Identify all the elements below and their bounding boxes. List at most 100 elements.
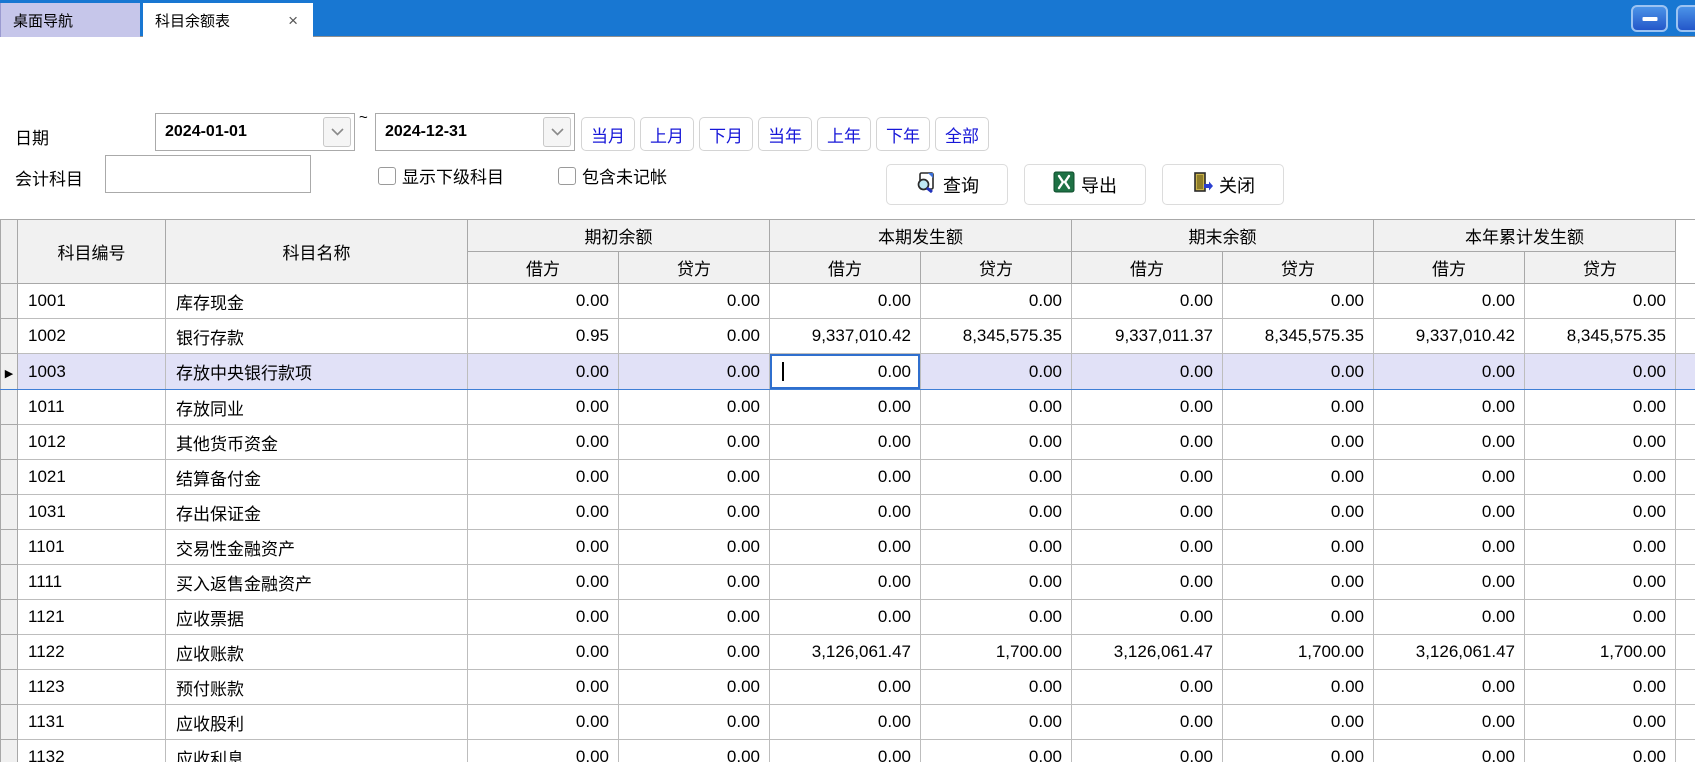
- period-button-5[interactable]: 下年: [876, 117, 930, 151]
- header-credit[interactable]: 贷方: [921, 252, 1072, 284]
- amount-cell[interactable]: 0.00: [921, 705, 1072, 740]
- amount-cell[interactable]: 0.00: [770, 565, 921, 600]
- amount-cell[interactable]: 0.00: [619, 530, 770, 565]
- amount-cell[interactable]: 0.00: [468, 705, 619, 740]
- amount-cell[interactable]: 0.00: [468, 354, 619, 390]
- close-icon[interactable]: ×: [285, 12, 301, 29]
- account-name-cell[interactable]: 存放中央银行款项: [166, 354, 468, 390]
- row-gutter[interactable]: [1, 390, 18, 425]
- checkbox-show-sub-accounts[interactable]: 显示下级科目: [378, 163, 504, 188]
- amount-cell[interactable]: 0.00: [1374, 284, 1525, 319]
- amount-cell[interactable]: 9,337,011.37: [1072, 319, 1223, 354]
- amount-cell[interactable]: 0.00: [468, 740, 619, 762]
- amount-cell[interactable]: 0.00: [1374, 670, 1525, 705]
- amount-cell[interactable]: 0.00: [1525, 390, 1676, 425]
- amount-cell[interactable]: 0.00: [1525, 670, 1676, 705]
- account-code-cell[interactable]: 1012: [18, 425, 166, 460]
- account-name-cell[interactable]: 存放同业: [166, 390, 468, 425]
- header-debit[interactable]: 借方: [770, 252, 921, 284]
- account-code-cell[interactable]: 1123: [18, 670, 166, 705]
- amount-cell[interactable]: 0.00: [1374, 354, 1525, 390]
- row-gutter[interactable]: [1, 319, 18, 354]
- period-button-4[interactable]: 上年: [817, 117, 871, 151]
- amount-cell[interactable]: 0.00: [921, 530, 1072, 565]
- header-credit[interactable]: 贷方: [1223, 252, 1374, 284]
- amount-cell[interactable]: 0.00: [1072, 284, 1223, 319]
- amount-cell[interactable]: 0.00: [921, 354, 1072, 390]
- period-button-1[interactable]: 上月: [640, 117, 694, 151]
- amount-cell[interactable]: 0.00: [619, 600, 770, 635]
- account-code-cell[interactable]: 1132: [18, 740, 166, 762]
- account-name-cell[interactable]: 银行存款: [166, 319, 468, 354]
- amount-cell[interactable]: 0.00: [468, 530, 619, 565]
- amount-cell[interactable]: 0.00: [1525, 740, 1676, 762]
- amount-cell[interactable]: 1,700.00: [1223, 635, 1374, 670]
- account-name-cell[interactable]: 应收账款: [166, 635, 468, 670]
- account-name-cell[interactable]: 应收票据: [166, 600, 468, 635]
- amount-cell[interactable]: 3,126,061.47: [1374, 635, 1525, 670]
- amount-cell[interactable]: 0.00: [619, 319, 770, 354]
- amount-cell[interactable]: 0.00: [1223, 670, 1374, 705]
- amount-cell[interactable]: 0.00: [1223, 740, 1374, 762]
- account-code-cell[interactable]: 1121: [18, 600, 166, 635]
- amount-cell[interactable]: 0.00: [1072, 565, 1223, 600]
- row-gutter[interactable]: [1, 425, 18, 460]
- checkbox-include-unposted[interactable]: 包含未记帐: [558, 163, 667, 188]
- amount-cell[interactable]: 0.00: [1223, 354, 1374, 390]
- header-debit[interactable]: 借方: [1072, 252, 1223, 284]
- amount-cell[interactable]: 0.00: [921, 495, 1072, 530]
- header-period-activity[interactable]: 本期发生额: [770, 220, 1072, 252]
- amount-cell[interactable]: 0.00: [619, 740, 770, 762]
- amount-cell[interactable]: 0.00: [1223, 390, 1374, 425]
- amount-cell[interactable]: 0.00: [1223, 495, 1374, 530]
- account-code-cell[interactable]: 1131: [18, 705, 166, 740]
- amount-cell[interactable]: 0.00: [770, 390, 921, 425]
- account-code-cell[interactable]: 1021: [18, 460, 166, 495]
- amount-cell[interactable]: 0.00: [1072, 354, 1223, 390]
- amount-cell[interactable]: 0.00: [770, 425, 921, 460]
- account-code-cell[interactable]: 1003: [18, 354, 166, 390]
- amount-cell[interactable]: 0.00: [468, 600, 619, 635]
- amount-cell[interactable]: 0.00: [921, 565, 1072, 600]
- amount-cell[interactable]: 0.00: [619, 425, 770, 460]
- amount-cell[interactable]: 3,126,061.47: [770, 635, 921, 670]
- amount-cell[interactable]: 1,700.00: [921, 635, 1072, 670]
- row-gutter[interactable]: [1, 635, 18, 670]
- amount-cell[interactable]: 0.00: [1223, 460, 1374, 495]
- amount-cell[interactable]: 0.00: [468, 635, 619, 670]
- amount-cell[interactable]: 8,345,575.35: [1525, 319, 1676, 354]
- amount-cell[interactable]: 0.00: [921, 425, 1072, 460]
- amount-cell[interactable]: 0.00: [1072, 495, 1223, 530]
- checkbox-icon[interactable]: [558, 167, 576, 185]
- amount-cell[interactable]: 0.00: [770, 354, 921, 390]
- amount-cell[interactable]: 0.00: [1072, 740, 1223, 762]
- amount-cell[interactable]: 0.00: [468, 284, 619, 319]
- row-gutter[interactable]: [1, 495, 18, 530]
- account-code-cell[interactable]: 1111: [18, 565, 166, 600]
- amount-cell[interactable]: 0.00: [468, 565, 619, 600]
- amount-cell[interactable]: 0.00: [1072, 530, 1223, 565]
- header-opening-balance[interactable]: 期初余额: [468, 220, 770, 252]
- amount-cell[interactable]: 0.00: [1525, 565, 1676, 600]
- row-gutter[interactable]: [1, 600, 18, 635]
- account-code-cell[interactable]: 1122: [18, 635, 166, 670]
- amount-cell[interactable]: 0.00: [619, 635, 770, 670]
- account-name-cell[interactable]: 应收股利: [166, 705, 468, 740]
- amount-cell[interactable]: 1,700.00: [1525, 635, 1676, 670]
- amount-cell[interactable]: 0.00: [1223, 600, 1374, 635]
- amount-cell[interactable]: 0.00: [619, 354, 770, 390]
- amount-cell[interactable]: 0.00: [1072, 460, 1223, 495]
- period-button-3[interactable]: 当年: [758, 117, 812, 151]
- tab-account-balance[interactable]: 科目余额表 ×: [143, 3, 313, 37]
- amount-cell[interactable]: 0.00: [468, 390, 619, 425]
- amount-cell[interactable]: 0.00: [619, 284, 770, 319]
- amount-cell[interactable]: 0.00: [921, 670, 1072, 705]
- export-button[interactable]: 导出: [1024, 164, 1146, 205]
- amount-cell[interactable]: 0.00: [1525, 600, 1676, 635]
- amount-cell[interactable]: 0.00: [770, 495, 921, 530]
- minimize-button[interactable]: [1631, 5, 1668, 32]
- row-gutter[interactable]: [1, 740, 18, 762]
- amount-cell[interactable]: 9,337,010.42: [770, 319, 921, 354]
- tab-desktop-nav[interactable]: 桌面导航: [0, 3, 140, 37]
- amount-cell[interactable]: 0.00: [1223, 565, 1374, 600]
